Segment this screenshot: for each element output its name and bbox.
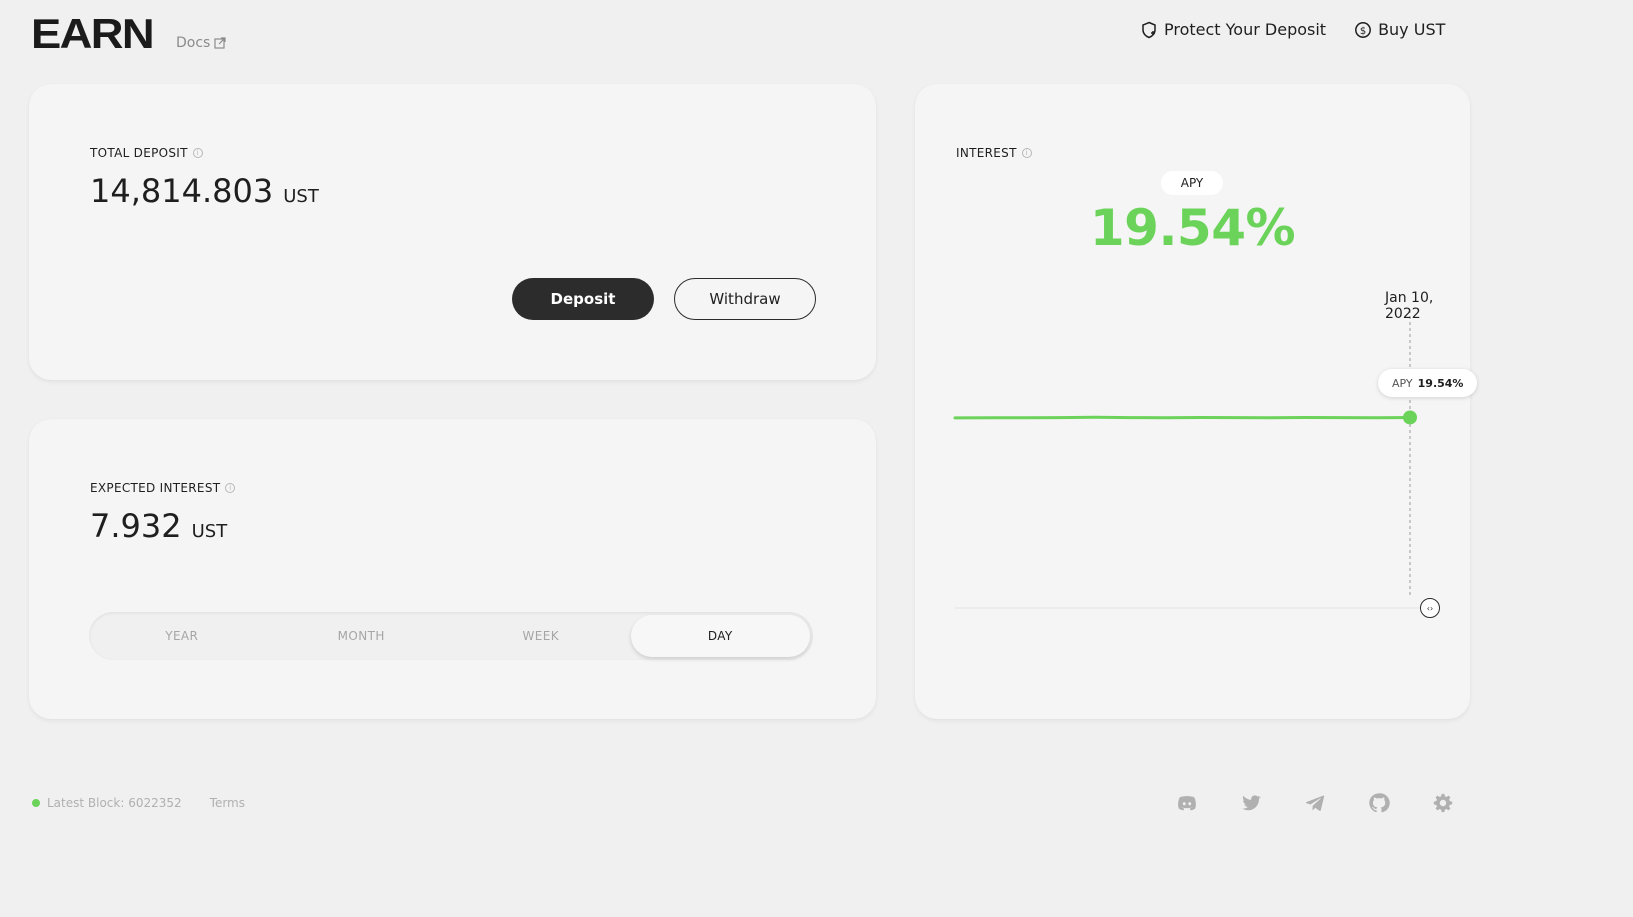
period-tabs: YEAR MONTH WEEK DAY [89,612,813,660]
expected-interest-unit: UST [191,521,228,542]
settings-gear-icon[interactable] [1432,792,1454,814]
total-deposit-label: TOTAL DEPOSIT [90,146,188,160]
total-deposit-card: TOTAL DEPOSIT i 14,814.803 UST Deposit W… [29,84,876,380]
apy-chart[interactable] [915,84,1470,719]
terms-link[interactable]: Terms [210,796,245,810]
expected-interest-label: EXPECTED INTEREST [90,481,221,495]
tab-month[interactable]: MONTH [272,615,452,657]
tab-week[interactable]: WEEK [451,615,631,657]
protect-deposit-label: Protect Your Deposit [1164,20,1327,39]
expected-interest-value: 7.932 UST [90,507,227,545]
docs-label: Docs [176,35,211,51]
apy-highlight-point [1403,410,1417,425]
tab-day[interactable]: DAY [630,615,810,657]
total-deposit-unit: UST [283,186,319,207]
dollar-circle-icon: $ [1355,21,1372,38]
github-icon[interactable] [1368,792,1390,814]
chart-date: Jan 10, 2022 [1385,290,1434,322]
app-logo[interactable]: EARN [31,12,155,56]
discord-icon[interactable] [1176,792,1198,814]
status-dot-icon [32,799,40,807]
info-icon[interactable]: i [192,148,203,158]
tab-year[interactable]: YEAR [92,615,272,657]
latest-block-status: Latest Block: 6022352 [32,796,182,810]
withdraw-button[interactable]: Withdraw [674,278,816,320]
footer: Latest Block: 6022352 Terms [32,796,245,810]
total-deposit-label-row: TOTAL DEPOSIT i [90,146,203,160]
telegram-icon[interactable] [1304,792,1326,814]
info-icon[interactable]: i [225,483,236,493]
tooltip-value: 19.54% [1417,376,1464,390]
apy-series-line [953,415,1412,420]
expected-interest-card: EXPECTED INTEREST i 7.932 UST YEAR MONTH… [29,419,876,719]
expected-interest-amount: 7.932 [90,507,182,545]
svg-text:$: $ [1360,26,1366,37]
shield-icon [1142,21,1156,38]
latest-block-label: Latest Block: 6022352 [47,796,182,810]
chart-scrubber-handle[interactable]: ‹› [1420,598,1440,618]
external-link-icon [214,37,226,49]
expected-interest-label-row: EXPECTED INTEREST i [90,481,236,495]
tooltip-label: APY [1392,376,1413,390]
protect-deposit-link[interactable]: Protect Your Deposit [1140,20,1326,39]
top-nav: Protect Your Deposit $ Buy UST [1140,20,1445,39]
buy-ust-link[interactable]: $ Buy UST [1354,20,1445,39]
docs-link[interactable]: Docs [176,35,226,51]
interest-card: INTEREST i APY 19.54% Jan 10, 2022 APY 1… [915,84,1478,719]
total-deposit-amount: 14,814.803 [90,172,274,210]
total-deposit-value: 14,814.803 UST [90,172,319,210]
deposit-button[interactable]: Deposit [512,278,654,320]
twitter-icon[interactable] [1240,792,1262,814]
buy-ust-label: Buy UST [1378,20,1446,39]
social-links [1176,792,1454,814]
apy-tooltip: APY 19.54% [1378,369,1478,397]
